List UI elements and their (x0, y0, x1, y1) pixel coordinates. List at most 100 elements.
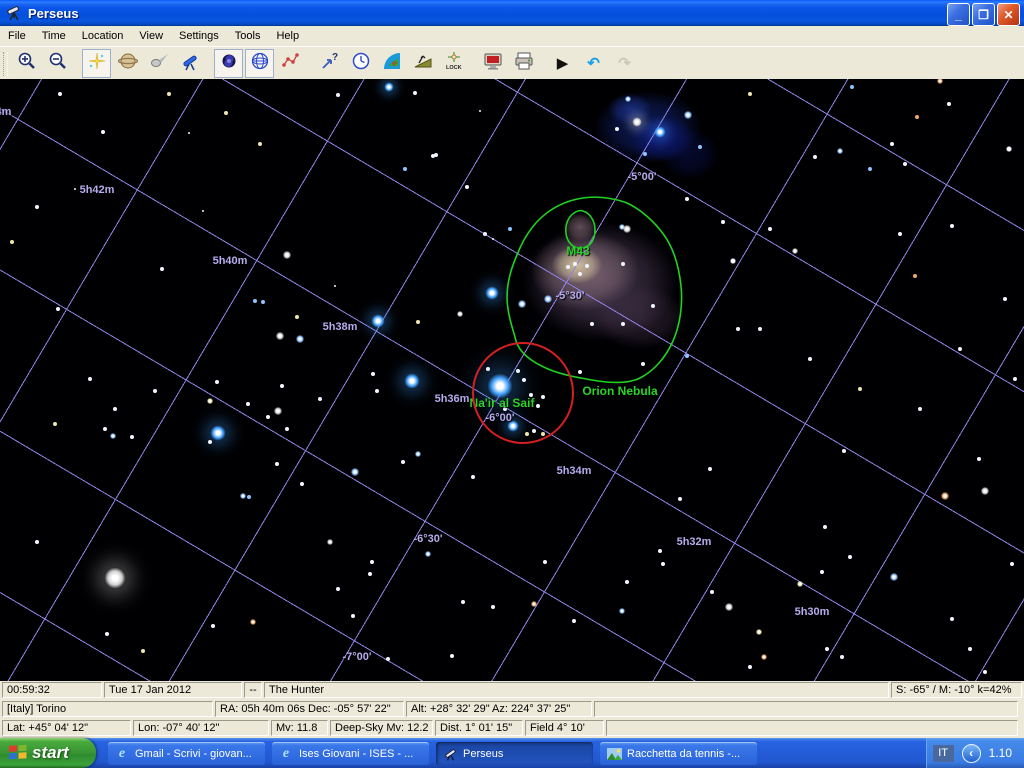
taskbar-task-4[interactable]: Racchetta da tennis -... (600, 742, 757, 765)
menu-item-time[interactable]: Time (34, 28, 74, 44)
planet-icon (118, 51, 138, 76)
print-button[interactable] (509, 49, 538, 78)
planets-button[interactable] (113, 49, 142, 78)
star (416, 320, 420, 324)
star (941, 492, 949, 500)
comets-button[interactable] (144, 49, 173, 78)
constellation-lines-button[interactable] (276, 49, 305, 78)
play-button[interactable]: ▶ (548, 49, 577, 78)
star (58, 92, 62, 96)
time-button[interactable] (346, 49, 375, 78)
ra-grid-label: 5h40m (213, 255, 248, 267)
comet-icon (149, 51, 169, 76)
svg-text:?: ? (332, 52, 338, 63)
star (258, 142, 262, 146)
screen-button[interactable] (478, 49, 507, 78)
telescope-button[interactable] (175, 49, 204, 78)
star (160, 267, 164, 271)
star (544, 295, 552, 303)
coordinate-grid-button[interactable] (245, 49, 274, 78)
taskbar-task-3[interactable]: Perseus (436, 742, 593, 765)
toolbar-grip[interactable] (3, 52, 8, 76)
star (56, 307, 60, 311)
star (958, 347, 962, 351)
menu-item-location[interactable]: Location (74, 28, 132, 44)
taskbar-clock: 1.10 (989, 746, 1012, 760)
star (153, 389, 157, 393)
location-button[interactable] (377, 49, 406, 78)
star (797, 581, 803, 587)
close-button[interactable]: ✕ (997, 3, 1020, 26)
tray-chevron-icon[interactable]: ‹ (962, 744, 981, 763)
dec-grid-label: -7°00' (342, 651, 371, 663)
toolbar: ? LOCK ▶↶↷ (0, 46, 1024, 81)
redo-button[interactable]: ↷ (610, 49, 639, 78)
lock-crosshair-icon: LOCK (444, 51, 464, 76)
window-title: Perseus (28, 6, 79, 21)
star (401, 460, 405, 464)
star (113, 407, 117, 411)
taskbar-task-1[interactable]: eGmail - Scrivi - giovan... (108, 742, 265, 765)
star (903, 162, 907, 166)
horizon-button[interactable] (408, 49, 437, 78)
star (758, 327, 762, 331)
star (461, 600, 465, 604)
menu-item-help[interactable]: Help (268, 28, 307, 44)
menu-item-view[interactable]: View (131, 28, 171, 44)
star (848, 555, 852, 559)
zoom-out-button[interactable] (43, 49, 72, 78)
stars-display-button[interactable] (82, 49, 111, 78)
zoom-in-button[interactable] (12, 49, 41, 78)
perseus-window: Perseus _ ❐ ✕ FileTimeLocationViewSettin… (0, 0, 1024, 768)
ie-icon: e (114, 746, 130, 762)
sky-map[interactable]: 5h44m5h42m5h40m5h38m5h36m5h34m5h32m5h30m… (0, 79, 1024, 681)
star (1010, 562, 1014, 566)
menu-bar: FileTimeLocationViewSettingsToolsHelp (0, 26, 1024, 46)
star (280, 384, 284, 388)
menu-item-tools[interactable]: Tools (227, 28, 269, 44)
star (261, 300, 265, 304)
ra-grid-label: 5h38m (323, 321, 358, 333)
star (625, 96, 631, 102)
star (698, 145, 702, 149)
star (368, 572, 372, 576)
minimize-button[interactable]: _ (947, 3, 970, 26)
identify-button[interactable]: ? (315, 49, 344, 78)
status-panel: Tue 17 Jan 2012 (104, 682, 242, 698)
star (74, 188, 76, 190)
language-indicator[interactable]: IT (933, 745, 954, 762)
menu-item-settings[interactable]: Settings (171, 28, 227, 44)
star (890, 573, 898, 581)
object-label-m43: M43 (566, 244, 589, 258)
status-row-1: 00:59:32Tue 17 Jan 2012--The HunterS: -6… (0, 682, 1024, 700)
star (110, 433, 116, 439)
undo-button[interactable]: ↶ (579, 49, 608, 78)
menu-item-file[interactable]: File (0, 28, 34, 44)
star (485, 286, 499, 300)
star (188, 132, 190, 134)
task-label: Racchetta da tennis -... (627, 748, 740, 760)
star (403, 167, 407, 171)
star (632, 117, 642, 127)
star (413, 91, 417, 95)
clock-icon (351, 51, 371, 76)
start-button[interactable]: start (0, 738, 96, 768)
star (721, 220, 725, 224)
deep-sky-button[interactable] (214, 49, 243, 78)
object-label-orion-nebula: Orion Nebula (582, 384, 657, 398)
horizon-icon (413, 51, 433, 76)
star (295, 315, 299, 319)
status-panel (594, 701, 1018, 717)
restore-button[interactable]: ❐ (972, 3, 995, 26)
star (590, 322, 594, 326)
star (983, 670, 987, 674)
title-bar[interactable]: Perseus _ ❐ ✕ (0, 0, 1024, 26)
star (710, 590, 714, 594)
star (351, 468, 359, 476)
taskbar-task-2[interactable]: eIses Giovani - ISES - ... (272, 742, 429, 765)
star (336, 587, 340, 591)
star (246, 402, 250, 406)
star (531, 601, 537, 607)
star (215, 380, 219, 384)
lock-button[interactable]: LOCK (439, 49, 468, 78)
